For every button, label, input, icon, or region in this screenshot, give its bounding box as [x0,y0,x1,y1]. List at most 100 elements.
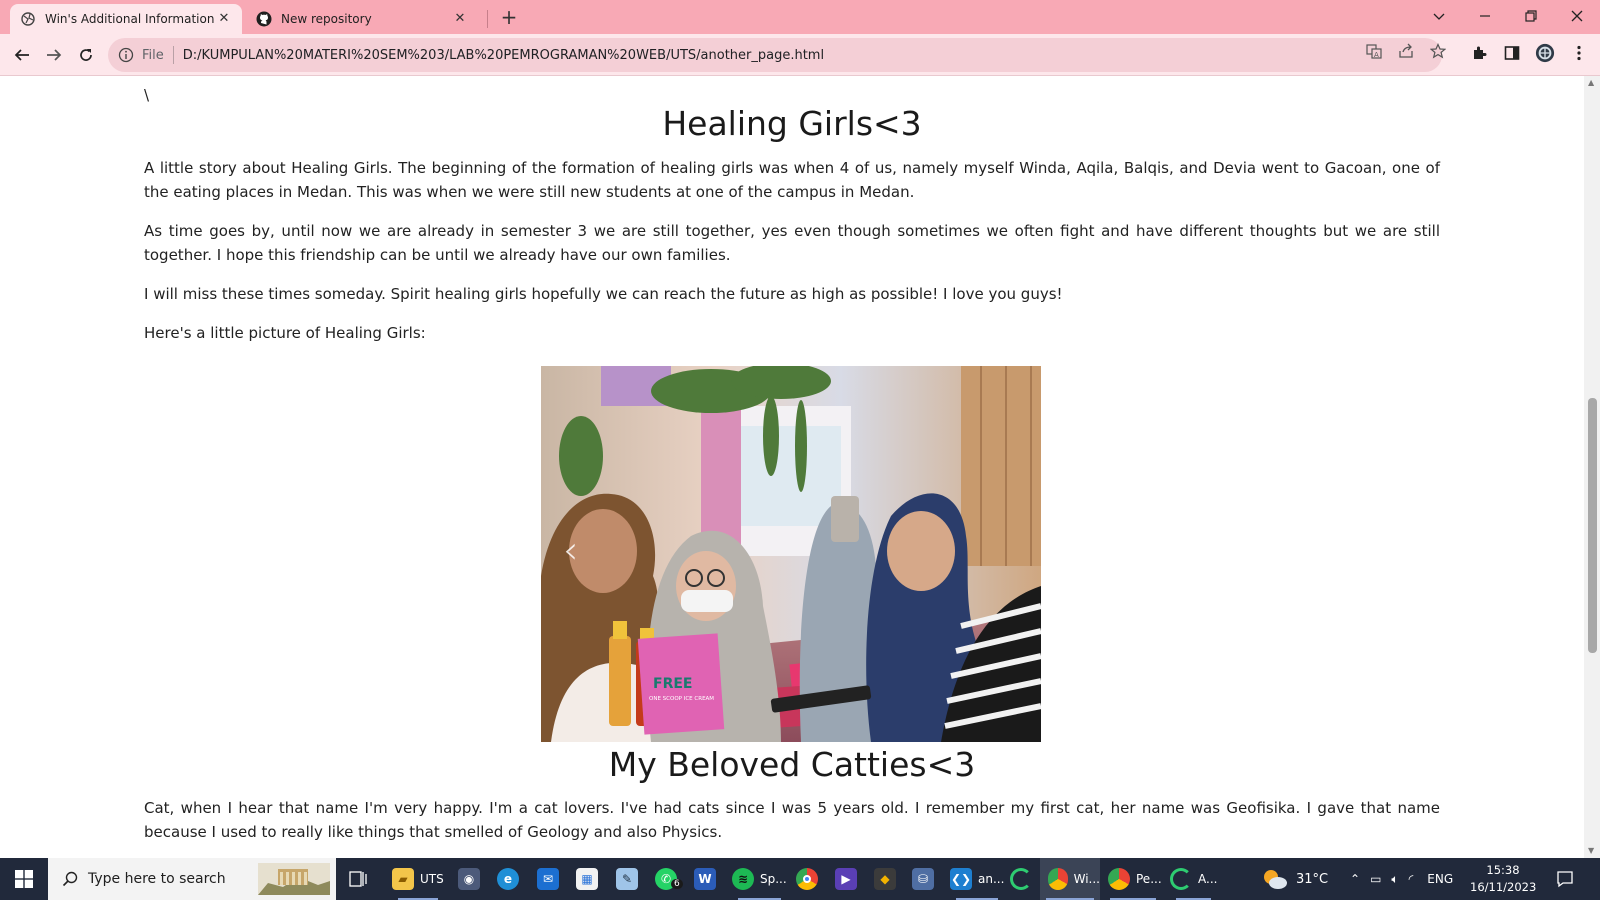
scroll-up-icon[interactable]: ▲ [1588,78,1594,87]
reload-button[interactable] [70,39,102,71]
page-viewport: \ Healing Girls<3 A little story about H… [0,76,1584,858]
taskbar-app-loading2[interactable]: A... [1170,858,1217,900]
minimize-icon [1480,15,1490,17]
menu-kebab-icon[interactable] [1569,43,1589,63]
chevron-up-icon[interactable]: ⌃ [1350,872,1360,886]
camera-icon: ◉ [458,868,480,890]
taskbar-app-db[interactable]: ⛁ [912,858,934,900]
taskbar-app-notes[interactable]: ✎ [616,858,638,900]
start-button[interactable] [0,858,48,900]
address-bar[interactable]: File D:/KUMPULAN%20MATERI%20SEM%203/LAB%… [108,38,1442,72]
chrome-icon [796,868,818,890]
taskbar-app-loading[interactable] [1010,858,1032,900]
clock[interactable]: 15:38 16/11/2023 [1470,862,1536,896]
paragraph: Cat, when I hear that name I'm very happ… [144,799,1440,841]
taskbar-app-explorer[interactable]: ▰ UTS [392,858,444,900]
photo-carousel[interactable]: FREE ONE SCOOP ICE CREAM ‹ [541,366,1041,742]
paragraph: Here's a little picture of Healing Girls… [144,324,426,342]
notification-icon [1557,871,1573,888]
scroll-down-icon[interactable]: ▼ [1588,846,1594,855]
close-window-button[interactable] [1554,0,1600,32]
taskbar-app-spotify[interactable]: ≋ Sp... [732,858,787,900]
close-tab-icon[interactable]: ✕ [216,11,232,27]
share-icon[interactable] [1398,43,1414,59]
tab-title: Win's Additional Information [45,12,215,26]
chrome-profile2-icon [1108,868,1130,890]
divider [172,46,174,64]
clock-date: 16/11/2023 [1470,880,1537,894]
language-indicator[interactable]: ENG [1427,872,1453,886]
volume-icon[interactable]: 🔈︎ [1391,872,1398,887]
photo-sign-sub: ONE SCOOP ICE CREAM [649,696,714,702]
search-placeholder: Type here to search [88,871,226,887]
paragraph: As time goes by, until now we are alread… [144,222,1440,264]
battery-icon[interactable]: ▭ [1370,872,1381,886]
taskbar-app-git[interactable]: ◆ [874,858,896,900]
app-label: Pe... [1136,872,1162,886]
carousel-prev-button[interactable]: ‹ [563,530,593,570]
notes-icon: ✎ [616,868,638,890]
section-heading-catties: My Beloved Catties<3 [608,745,976,784]
close-tab-icon[interactable]: ✕ [452,11,468,27]
restore-button[interactable] [1508,0,1554,32]
weather-widget[interactable]: 31°C [1262,858,1328,900]
task-view-icon [349,871,367,887]
loading2-icon [1170,868,1192,890]
taskbar-search[interactable]: Type here to search [48,858,336,900]
tab-divider [487,10,488,28]
taskbar-app-chrome[interactable] [796,858,818,900]
taskbar-app-video[interactable]: ▶ [835,858,857,900]
scrollbar-thumb[interactable] [1588,398,1597,653]
info-icon[interactable] [118,47,134,63]
app-label: UTS [420,872,444,886]
paragraph: I will miss these times someday. Spirit … [144,285,1063,303]
store-icon: ▦ [576,868,598,890]
notification-center-button[interactable] [1556,858,1574,900]
photo-sign-text: FREE [653,676,692,692]
browser-toolbar: File D:/KUMPULAN%20MATERI%20SEM%203/LAB%… [0,34,1600,76]
extensions-icon[interactable] [1470,43,1490,63]
taskbar-app-mail[interactable]: ✉ [537,858,559,900]
chevron-down-icon [1433,13,1445,20]
minimize-button[interactable] [1462,0,1508,32]
paragraph: A little story about Healing Girls. The … [144,159,1440,201]
back-button[interactable] [6,39,38,71]
taskbar-app-vscode[interactable]: ❮❯ an... [950,858,1004,900]
clock-time: 15:38 [1486,863,1520,877]
globe-icon [20,11,36,27]
wifi-icon[interactable]: ◜ [1409,872,1414,886]
side-panel-icon[interactable] [1502,43,1522,63]
tab-new-repository[interactable]: New repository ✕ [246,4,478,34]
vscode-icon: ❮❯ [950,868,972,890]
tab-active[interactable]: Win's Additional Information ✕ [10,4,242,34]
url-text[interactable]: D:/KUMPULAN%20MATERI%20SEM%203/LAB%20PEM… [183,48,824,63]
video-icon: ▶ [835,868,857,890]
healing-girls-photo: FREE ONE SCOOP ICE CREAM [541,366,1041,742]
taskbar: Type here to search ▰ UTS ◉ e ✉ ▦ ✎ ✆ 6 … [0,858,1600,900]
taskbar-app-chrome-winda[interactable]: Wi... [1040,858,1100,900]
taskbar-app-camera[interactable]: ◉ [458,858,480,900]
weather-cloud-sun-icon [1264,870,1287,889]
app-label: Sp... [760,872,787,886]
app-label: Wi... [1073,872,1100,886]
new-tab-button[interactable]: + [499,7,519,28]
word-icon: W [694,868,716,890]
spotify-icon: ≋ [732,868,754,890]
search-highlight-image [258,863,330,895]
vertical-scrollbar[interactable]: ▲ ▼ [1584,76,1600,858]
taskbar-app-edge[interactable]: e [497,858,519,900]
star-icon[interactable] [1430,43,1446,59]
forward-button[interactable] [38,39,70,71]
folder-icon: ▰ [392,868,414,890]
tab-search-button[interactable] [1416,0,1462,32]
taskbar-app-word[interactable]: W [694,858,716,900]
chrome-profile-icon [1048,868,1068,890]
arrow-right-icon [47,49,62,61]
section-heading-healing-girls: Healing Girls<3 [662,104,922,143]
taskbar-app-chrome-profile2[interactable]: Pe... [1104,858,1162,900]
profile-avatar-icon[interactable] [1535,43,1555,63]
taskbar-app-whatsapp[interactable]: ✆ 6 [655,858,683,900]
taskbar-app-store[interactable]: ▦ [576,858,598,900]
translate-icon[interactable]: A [1366,43,1382,59]
task-view-button[interactable] [348,858,368,900]
